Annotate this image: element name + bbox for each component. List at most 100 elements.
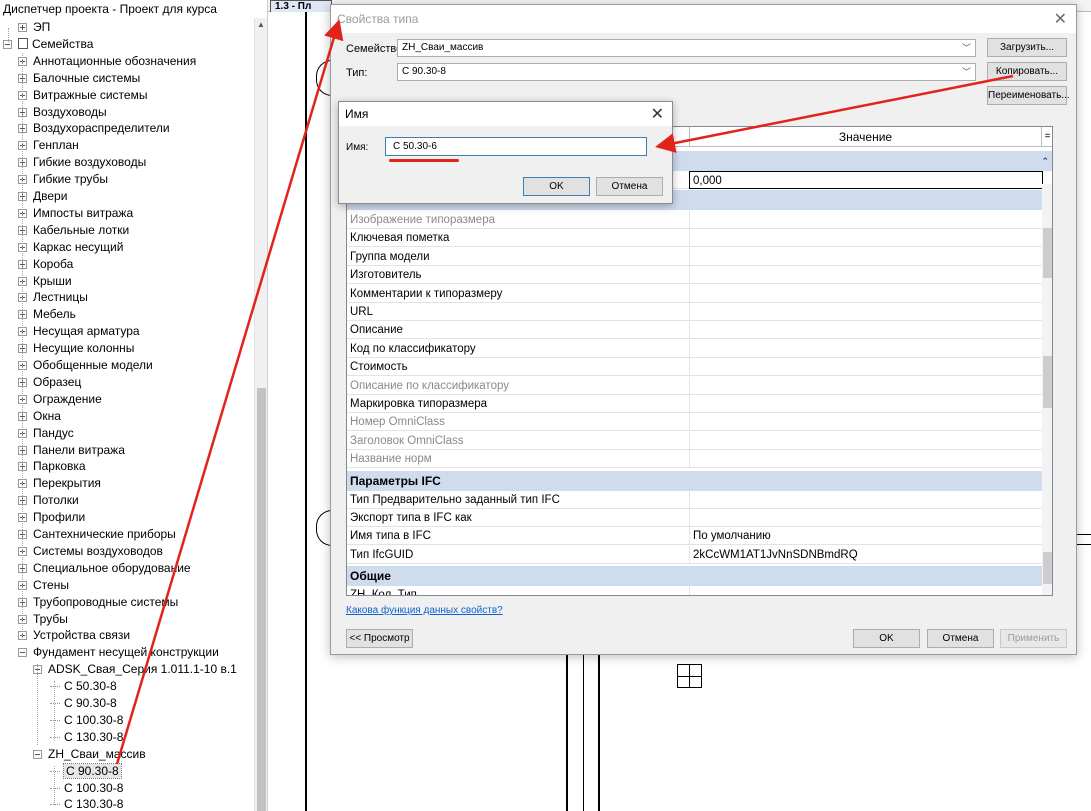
tree-node[interactable]: Короба bbox=[18, 256, 73, 273]
param-value[interactable]: По умолчанию bbox=[689, 527, 1041, 546]
tree-node[interactable]: Стены bbox=[18, 577, 69, 594]
close-icon[interactable]: ✕ bbox=[651, 104, 664, 124]
param-value[interactable] bbox=[689, 395, 1041, 413]
param-value[interactable] bbox=[689, 266, 1041, 285]
param-row[interactable]: Комментарии к типоразмеру bbox=[347, 284, 1052, 303]
tree-node[interactable]: Лестницы bbox=[18, 289, 88, 306]
scrollbar-thumb[interactable] bbox=[1043, 228, 1052, 278]
scrollbar-thumb[interactable] bbox=[1043, 552, 1052, 584]
param-row[interactable]: Заголовок OmniClass bbox=[347, 431, 1052, 450]
param-value[interactable] bbox=[689, 229, 1041, 248]
column-toggle-icon[interactable]: = bbox=[1041, 127, 1052, 147]
expand-icon[interactable] bbox=[18, 23, 27, 32]
collapse-icon[interactable] bbox=[33, 749, 42, 759]
tree-node[interactable]: Трубы bbox=[18, 611, 68, 628]
param-value[interactable]: 2kCcWM1AT1JvNnSDNBmdRQ bbox=[689, 545, 1041, 564]
param-value[interactable] bbox=[689, 339, 1041, 358]
dialog-title-bar[interactable]: Свойства типа ✕ bbox=[331, 5, 1076, 33]
param-value[interactable] bbox=[689, 413, 1041, 432]
name-input[interactable] bbox=[385, 137, 647, 156]
param-row[interactable]: Маркировка типоразмера bbox=[347, 395, 1052, 413]
param-row[interactable]: Тип Предварительно заданный тип IFC bbox=[347, 490, 1052, 509]
tree-node[interactable]: Импосты витража bbox=[18, 205, 133, 222]
preview-button[interactable]: << Просмотр bbox=[346, 629, 413, 648]
tree-node[interactable]: Ограждение bbox=[18, 391, 102, 408]
tree-node[interactable]: Специальное оборудование bbox=[18, 560, 191, 577]
param-row[interactable]: Номер OmniClass bbox=[347, 413, 1052, 432]
tree-node[interactable]: Двери bbox=[18, 188, 67, 205]
table-scrollbar[interactable] bbox=[1042, 184, 1052, 595]
tree-node[interactable]: Трубопроводные системы bbox=[18, 594, 178, 611]
tree-node[interactable]: ADSK_Свая_Серия 1.011.1-10 в.1 bbox=[33, 661, 237, 678]
tree-leaf-item[interactable]: С 50.30-8 bbox=[50, 678, 117, 695]
tree-leaf-item[interactable]: С 100.30-8 bbox=[50, 780, 123, 797]
name-ok-button[interactable]: OK bbox=[523, 177, 590, 196]
collapse-icon[interactable]: ⌃ bbox=[1041, 151, 1049, 171]
param-value[interactable] bbox=[689, 303, 1041, 321]
tree-node[interactable]: Гибкие трубы bbox=[18, 171, 108, 188]
param-value[interactable] bbox=[689, 321, 1041, 340]
tree-leaf-item[interactable]: С 130.30-8 bbox=[50, 796, 123, 811]
tree-leaf-item[interactable]: С 90.30-8 bbox=[50, 762, 122, 780]
scrollbar-thumb[interactable] bbox=[257, 388, 266, 811]
tree-node[interactable]: Фундамент несущей конструкции bbox=[18, 644, 219, 661]
tree-node[interactable]: Панели витража bbox=[18, 442, 125, 459]
tree-node[interactable]: Потолки bbox=[18, 492, 79, 509]
param-value-input[interactable]: 0,000 bbox=[689, 171, 1043, 189]
tree-node[interactable]: Крыши bbox=[18, 273, 72, 290]
apply-button[interactable]: Применить bbox=[1000, 629, 1067, 648]
param-group-header[interactable]: Общие⌃ bbox=[347, 566, 1052, 587]
tree-node[interactable]: Воздуховоды bbox=[18, 104, 107, 121]
tree-node[interactable]: Обобщенные модели bbox=[18, 357, 153, 374]
tree-node[interactable]: Устройства связи bbox=[18, 627, 130, 644]
param-row[interactable]: Стоимость bbox=[347, 358, 1052, 377]
tree-node[interactable]: Пандус bbox=[18, 425, 74, 442]
duplicate-button[interactable]: Копировать... bbox=[987, 62, 1067, 81]
tree-node[interactable]: Гибкие воздуховоды bbox=[18, 154, 146, 171]
load-button[interactable]: Загрузить... bbox=[987, 38, 1067, 57]
close-icon[interactable]: ✕ bbox=[1054, 9, 1067, 29]
param-row[interactable]: Тип IfcGUID 2kCcWM1AT1JvNnSDNBmdRQ bbox=[347, 545, 1052, 564]
tree-node[interactable]: Несущие колонны bbox=[18, 340, 134, 357]
type-select[interactable]: С 90.30-8 ﹀ bbox=[397, 63, 976, 81]
tree-leaf-item[interactable]: С 100.30-8 bbox=[50, 712, 123, 729]
tree-node[interactable]: Генплан bbox=[18, 137, 79, 154]
tree-node[interactable]: Семейства bbox=[3, 36, 93, 53]
param-row[interactable]: Описание bbox=[347, 321, 1052, 340]
param-row[interactable]: Название норм bbox=[347, 450, 1052, 469]
tree-node[interactable]: Образец bbox=[18, 374, 81, 391]
param-row[interactable]: Изготовитель bbox=[347, 266, 1052, 285]
view-tab-plan[interactable]: 1.3 - Пл bbox=[270, 0, 332, 12]
param-row[interactable]: Имя типа в IFC По умолчанию bbox=[347, 527, 1052, 546]
scroll-up-arrow-icon[interactable]: ▲ bbox=[257, 20, 265, 29]
tree-node[interactable]: Сантехнические приборы bbox=[18, 526, 176, 543]
param-value[interactable] bbox=[689, 431, 1041, 450]
cancel-button[interactable]: Отмена bbox=[927, 629, 994, 648]
param-value[interactable] bbox=[689, 247, 1041, 266]
tree-node[interactable]: Парковка bbox=[18, 458, 86, 475]
param-row[interactable]: Изображение типоразмера bbox=[347, 211, 1052, 229]
param-value[interactable] bbox=[689, 586, 1041, 595]
param-value[interactable] bbox=[689, 490, 1041, 509]
tree-leaf-item[interactable]: С 90.30-8 bbox=[50, 695, 117, 712]
param-row[interactable]: ZH_Кол_Тип bbox=[347, 586, 1052, 595]
tree-node[interactable]: Профили bbox=[18, 509, 85, 526]
tree-node[interactable]: Кабельные лотки bbox=[18, 222, 129, 239]
param-row[interactable]: Описание по классификатору bbox=[347, 376, 1052, 395]
ok-button[interactable]: OK bbox=[853, 629, 920, 648]
rename-button[interactable]: Переименовать... bbox=[987, 86, 1070, 105]
param-row[interactable]: URL bbox=[347, 303, 1052, 321]
tree-node[interactable]: Воздухораспределители bbox=[18, 120, 170, 137]
collapse-icon[interactable] bbox=[18, 648, 27, 658]
tree-node[interactable]: Несущая арматура bbox=[18, 323, 140, 340]
help-link[interactable]: Какова функция данных свойств? bbox=[346, 605, 503, 616]
tree-node[interactable]: Аннотационные обозначения bbox=[18, 53, 196, 70]
tree-node[interactable]: Мебель bbox=[18, 306, 76, 323]
param-group-header[interactable]: Параметры IFC⌃ bbox=[347, 470, 1052, 491]
scrollbar-thumb[interactable] bbox=[1043, 356, 1052, 408]
param-value[interactable] bbox=[689, 376, 1041, 395]
tree-node[interactable]: Системы воздуховодов bbox=[18, 543, 163, 560]
tree-node[interactable]: Витражные системы bbox=[18, 87, 147, 104]
tree-node[interactable]: Окна bbox=[18, 408, 61, 425]
param-row[interactable]: Ключевая пометка bbox=[347, 229, 1052, 248]
